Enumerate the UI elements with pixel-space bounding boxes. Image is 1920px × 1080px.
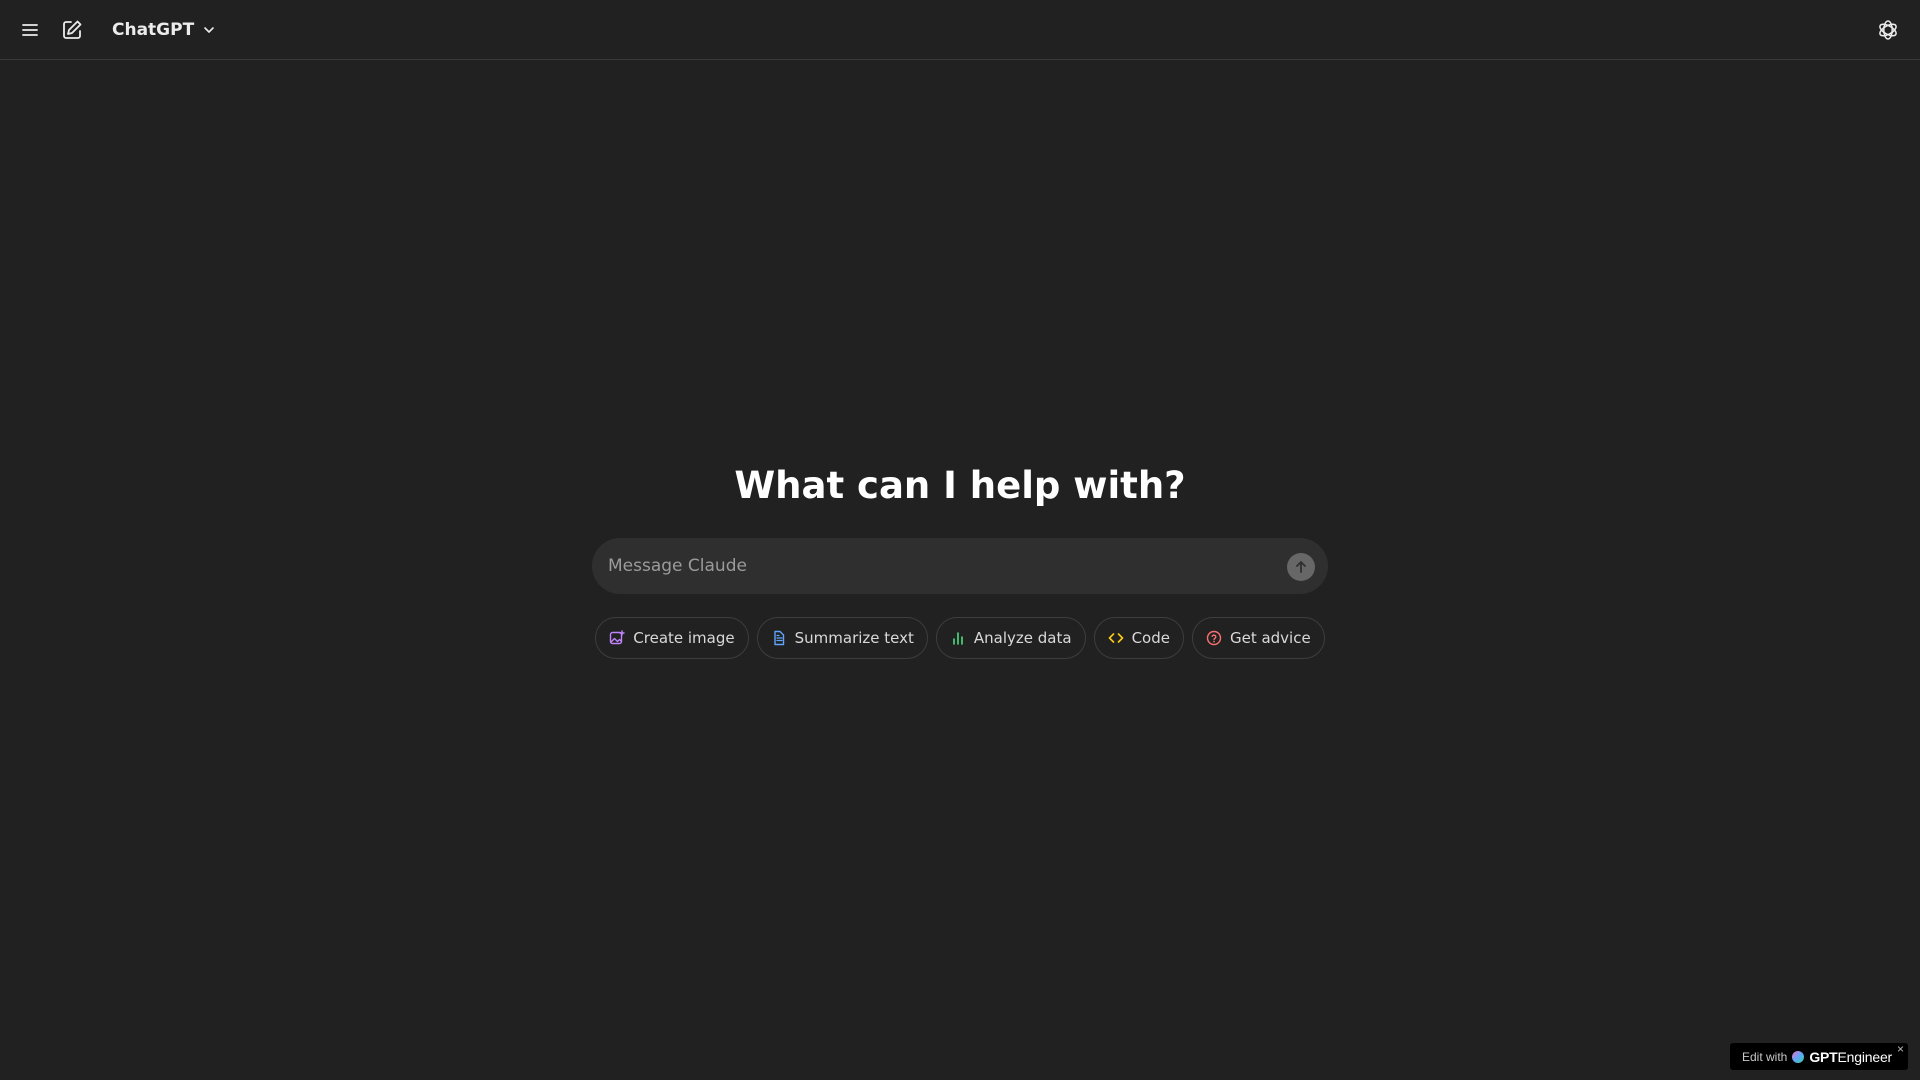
send-button[interactable] bbox=[1287, 553, 1315, 581]
new-chat-button[interactable] bbox=[56, 14, 88, 46]
top-bar: ChatGPT bbox=[0, 0, 1920, 60]
code-icon bbox=[1108, 633, 1123, 643]
message-input[interactable] bbox=[608, 538, 1248, 594]
chip-summarize-text[interactable]: Summarize text bbox=[756, 617, 928, 659]
chip-label: Get advice bbox=[1229, 629, 1311, 647]
openai-logo-icon bbox=[1872, 14, 1904, 46]
chip-label: Summarize text bbox=[794, 629, 914, 647]
chip-code[interactable]: Code bbox=[1093, 617, 1184, 659]
badge-close-button[interactable]: × bbox=[1897, 1042, 1904, 1056]
bar-chart-icon bbox=[953, 632, 963, 645]
new-chat-icon bbox=[63, 20, 82, 39]
chevron-down-icon bbox=[204, 27, 214, 33]
badge-prefix: Edit with bbox=[1742, 1049, 1788, 1064]
sidebar-toggle-button[interactable] bbox=[14, 14, 46, 46]
document-icon bbox=[773, 630, 784, 646]
message-composer bbox=[592, 538, 1328, 594]
gptengineer-logo-icon bbox=[1792, 1050, 1805, 1063]
suggestion-chips: Create image Summarize text Analyze data… bbox=[0, 617, 1920, 659]
help-circle-icon bbox=[1206, 630, 1222, 646]
image-sparkle-icon bbox=[610, 630, 625, 645]
badge-brand: GPTEngineer bbox=[1809, 1048, 1892, 1065]
chip-get-advice[interactable]: Get advice bbox=[1191, 617, 1325, 659]
chip-analyze-data[interactable]: Analyze data bbox=[935, 617, 1086, 659]
model-name: ChatGPT bbox=[112, 20, 195, 40]
arrow-up-icon bbox=[1296, 561, 1306, 573]
menu-icon bbox=[22, 24, 38, 36]
page-title: What can I help with? bbox=[734, 464, 1186, 507]
model-selector[interactable]: ChatGPT bbox=[106, 14, 222, 46]
edit-with-badge[interactable]: Edit with GPTEngineer × bbox=[1730, 1042, 1908, 1070]
chip-label: Code bbox=[1131, 629, 1170, 647]
chip-label: Create image bbox=[633, 629, 735, 647]
chip-create-image[interactable]: Create image bbox=[595, 617, 749, 659]
chip-label: Analyze data bbox=[973, 629, 1072, 647]
